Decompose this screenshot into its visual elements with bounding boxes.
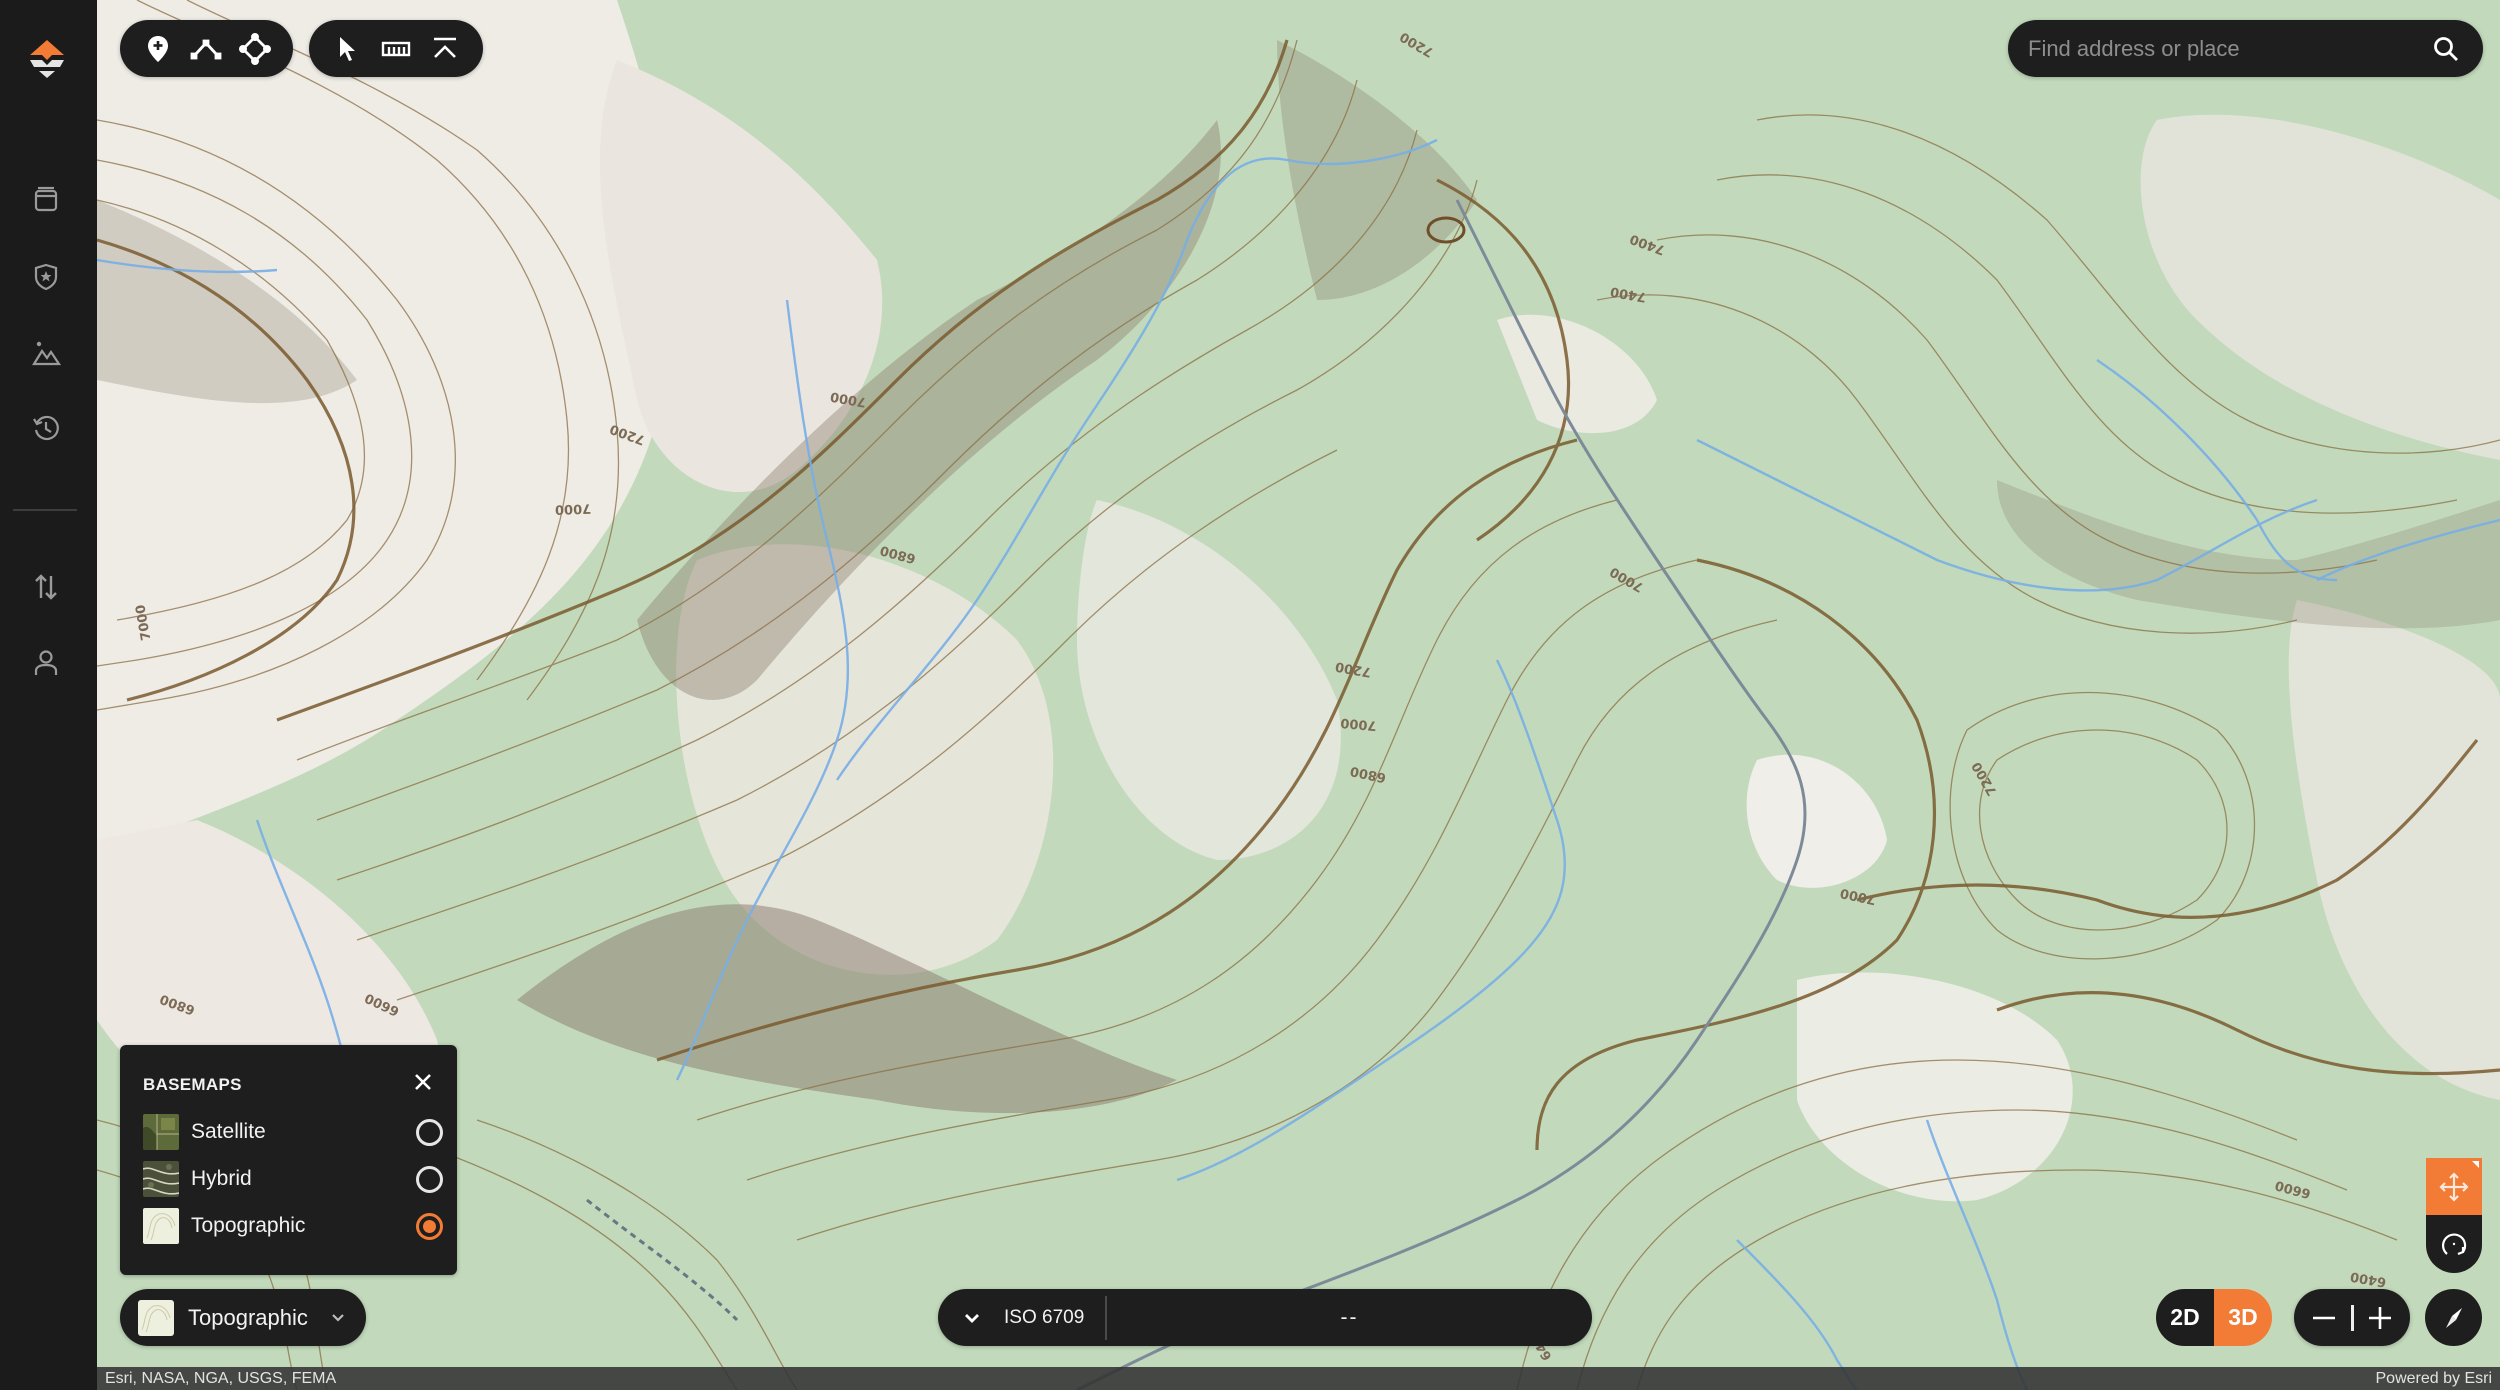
map-pin-plus-icon	[148, 35, 169, 62]
elevation-profile-tool[interactable]	[427, 31, 463, 67]
sidebar	[0, 0, 97, 1390]
powered-by-esri[interactable]: Powered by Esri	[2376, 1370, 2493, 1388]
basemaps-title: BASEMAPS	[143, 1075, 242, 1094]
draw-line-tool[interactable]	[188, 31, 224, 67]
zoom-out-button[interactable]	[2306, 1300, 2342, 1336]
onx-logo-icon[interactable]	[24, 38, 70, 84]
measure-tool[interactable]	[378, 31, 414, 67]
compass-button[interactable]	[2425, 1289, 2482, 1346]
zoom-divider	[2350, 1304, 2354, 1331]
chevron-down-icon	[965, 1313, 979, 1323]
chevron-down-icon	[332, 1313, 344, 1322]
view-mode-toggle: 2D 3D	[2156, 1289, 2272, 1346]
navigation-mode-control	[2426, 1158, 2482, 1273]
coordinate-value: --	[1340, 1305, 1359, 1329]
user-icon	[34, 650, 58, 675]
basemap-option-hybrid[interactable]: Hybrid	[143, 1161, 443, 1197]
sidebar-item-land-status[interactable]	[24, 255, 68, 299]
pan-mode-button[interactable]	[2426, 1158, 2482, 1215]
search-icon[interactable]	[2431, 34, 2461, 64]
topographic-thumbnail	[138, 1299, 174, 1336]
sidebar-item-layers[interactable]	[24, 178, 68, 222]
hybrid-thumbnail	[143, 1161, 179, 1197]
coordinate-format-label: ISO 6709	[1004, 1306, 1085, 1328]
basemap-selector-label: Topographic	[188, 1304, 308, 1330]
move-arrows-icon	[2439, 1171, 2469, 1202]
draw-shape-tool[interactable]	[237, 31, 273, 67]
sidebar-divider	[13, 509, 77, 511]
map-attribution: Esri, NASA, NGA, USGS, FEMA Powered by E…	[97, 1367, 2500, 1390]
topographic-map[interactable]: 7000 7000 7000 7000 7000 6800 6800 7200 …	[97, 0, 2500, 1390]
rotate-mode-button[interactable]	[2426, 1215, 2482, 1273]
layers-icon	[34, 186, 58, 212]
corner-indicator	[2472, 1161, 2479, 1168]
view-2d-button[interactable]: 2D	[2156, 1289, 2214, 1346]
select-tool[interactable]	[329, 31, 365, 67]
rotate-icon	[2442, 1233, 2467, 1256]
view-3d-button[interactable]: 3D	[2214, 1289, 2272, 1346]
sidebar-item-import-export[interactable]	[24, 565, 68, 609]
basemap-label: Hybrid	[191, 1167, 252, 1190]
contour-label: 7000	[555, 500, 592, 516]
sidebar-item-history[interactable]	[24, 406, 68, 450]
hybrid-radio[interactable]	[416, 1165, 443, 1193]
ruler-icon	[381, 41, 411, 56]
topographic-radio[interactable]	[416, 1212, 443, 1240]
coordinate-format-dropdown[interactable]: ISO 6709	[938, 1289, 1105, 1346]
compass-icon	[2445, 1307, 2462, 1328]
contour-label: 7000	[1340, 715, 1377, 733]
plus-icon	[2369, 1306, 2391, 1329]
close-icon[interactable]	[410, 1069, 436, 1095]
polygon-icon	[238, 32, 271, 65]
basemap-label: Satellite	[191, 1120, 266, 1143]
measure-toolbar	[309, 20, 483, 77]
basemap-selector[interactable]: Topographic	[120, 1289, 366, 1346]
coordinate-readout: ISO 6709 --	[938, 1289, 1592, 1346]
satellite-radio[interactable]	[416, 1118, 443, 1146]
sidebar-item-account[interactable]	[24, 641, 68, 685]
map-canvas[interactable]: 7000 7000 7000 7000 7000 6800 6800 7200 …	[97, 0, 2500, 1390]
zoom-in-button[interactable]	[2362, 1300, 2398, 1336]
satellite-thumbnail	[143, 1114, 179, 1150]
profile-icon	[433, 37, 456, 58]
zoom-controls	[2294, 1289, 2410, 1346]
attribution-sources: Esri, NASA, NGA, USGS, FEMA	[105, 1369, 337, 1387]
basemap-option-topographic[interactable]: Topographic	[143, 1208, 443, 1244]
shield-star-icon	[34, 263, 58, 291]
sidebar-item-terrain[interactable]	[24, 331, 68, 375]
mountain-icon	[32, 341, 61, 366]
topographic-thumbnail	[143, 1208, 179, 1244]
line-icon	[191, 39, 222, 59]
history-icon	[33, 415, 59, 441]
cursor-icon	[340, 36, 356, 61]
search-bar	[2008, 20, 2483, 77]
basemap-label: Topographic	[191, 1214, 306, 1237]
add-waypoint-tool[interactable]	[140, 31, 176, 67]
basemap-option-satellite[interactable]: Satellite	[143, 1114, 443, 1150]
draw-toolbar	[120, 20, 293, 77]
search-input[interactable]	[2028, 35, 2418, 62]
basemaps-panel: BASEMAPS Satellite Hybrid Topographic	[120, 1045, 457, 1275]
arrows-up-down-icon	[35, 574, 57, 600]
minus-icon	[2313, 1316, 2335, 1319]
